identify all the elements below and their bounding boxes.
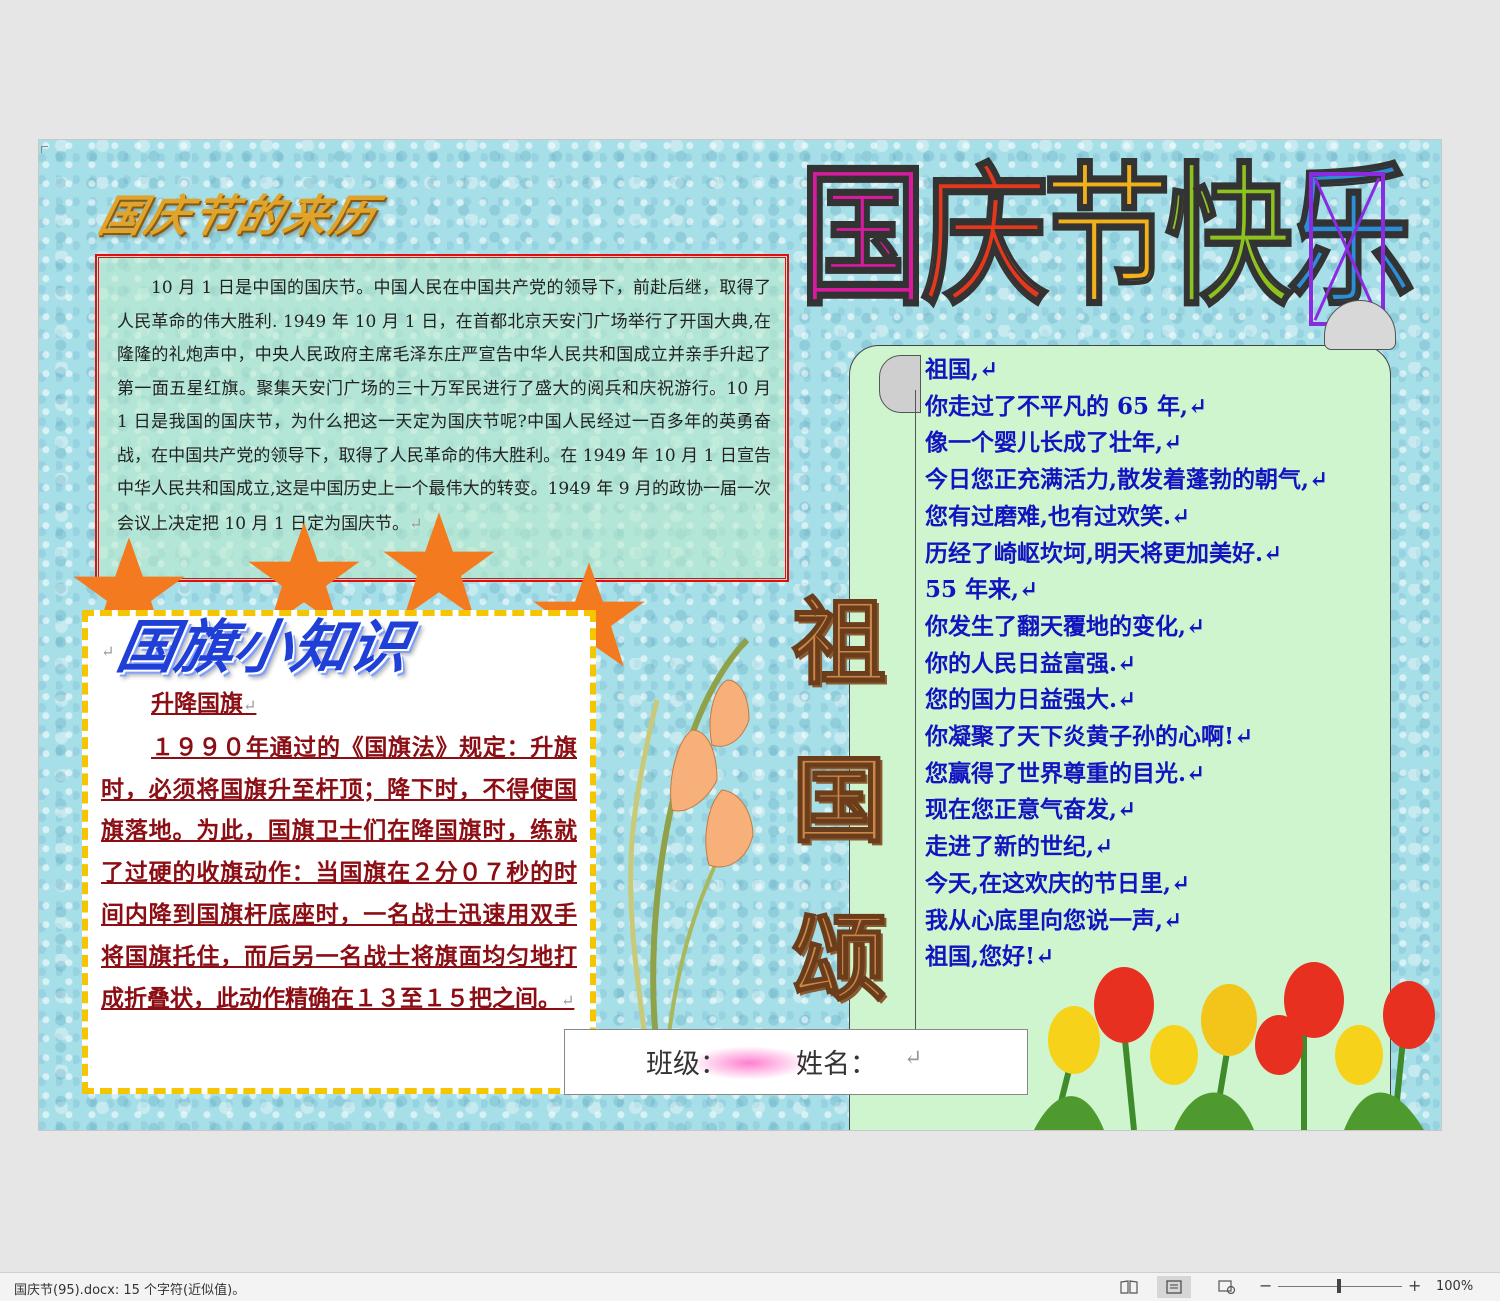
bellflower-illustration (628, 637, 754, 1050)
poem-line: 您赢得了世界尊重的目光.↵ (925, 759, 1206, 787)
poem-line: 现在您正意气奋发,↵ (925, 796, 1137, 824)
paragraph-mark: ↵ (561, 990, 575, 1010)
poem: 祖国,↵ 你走过了不平凡的 65 年,↵ 像一个婴儿长成了壮年,↵ 今日您正充满… (925, 352, 1385, 976)
paragraph-mark: ↵ (904, 1046, 923, 1071)
name-label: 姓名： (796, 1049, 877, 1080)
poem-line: 你发生了翻天覆地的变化,↵ (925, 612, 1206, 640)
zoom-slider-thumb[interactable] (1337, 1279, 1341, 1293)
origin-text: 10 月 1 日是中国的国庆节。中国人民在中国共产党的领导下，前赴后继，取得了人… (117, 278, 771, 534)
poem-line: 走进了新的世纪,↵ (925, 833, 1114, 861)
paragraph-mark: ↵ (243, 696, 257, 715)
title-char: 节 (1042, 148, 1172, 329)
poem-line: 我从心底里向您说一声,↵ (925, 906, 1183, 934)
poem-line: 历经了崎岖坎坷,明天将更加美好.↵ (925, 539, 1283, 567)
vertical-title-wordart: 祖 国 颂 (779, 565, 899, 1039)
poem-line: 今日您正充满活力,散发着蓬勃的朝气,↵ (925, 466, 1329, 494)
scroll-edge-line (915, 390, 916, 1030)
vertical-char: 祖 (791, 588, 887, 699)
status-bar: 国庆节(95).docx: 15 个字符(近似值)。 − + 100% (0, 1272, 1500, 1301)
poem-line: 你凝聚了天下炎黄子孙的心啊!↵ (925, 723, 1254, 751)
title-char: 快 (1164, 148, 1294, 329)
zoom-in-button[interactable]: + (1408, 1276, 1421, 1295)
document-info[interactable]: 国庆节(95).docx: 15 个字符(近似值)。 (14, 1279, 245, 1298)
vertical-char: 国 (791, 746, 887, 857)
web-icon (1218, 1280, 1236, 1294)
poem-line: 像一个婴儿长成了壮年,↵ (925, 429, 1183, 457)
print-layout-button[interactable] (1157, 1276, 1191, 1298)
class-label: 班级： (646, 1049, 727, 1080)
web-layout-button[interactable] (1210, 1276, 1244, 1298)
flag-title-wordart: 国旗小知识 (112, 613, 415, 681)
poem-line: 你的人民日益富强.↵ (925, 649, 1137, 677)
zoom-out-button[interactable]: − (1259, 1276, 1272, 1295)
poem-line: 您有过磨难,也有过欢笑.↵ (925, 502, 1191, 530)
origin-paragraph: 10 月 1 日是中国的国庆节。中国人民在中国共产党的领导下，前赴后继，取得了人… (117, 272, 771, 541)
flag-content: 升降国旗↵ １９９０年通过的《国旗法》规定：升旗时，必须将国旗升至杆顶；降下时，… (101, 683, 577, 1021)
title-char: 国 (798, 148, 928, 329)
poem-line: 今天,在这欢庆的节日里,↵ (925, 869, 1191, 897)
flag-body-text: １９９０年通过的《国旗法》规定：升旗时，必须将国旗升至杆顶；降下时，不得使国旗落… (101, 733, 577, 1012)
page-icon (1166, 1280, 1182, 1294)
zoom-level[interactable]: 100% (1436, 1279, 1473, 1294)
poem-line: 你走过了不平凡的 65 年,↵ (925, 392, 1208, 420)
origin-title-wordart: 国庆节的来历 (93, 191, 383, 242)
poem-line: 您的国力日益强大.↵ (925, 686, 1137, 714)
title-char: 庆 (920, 148, 1050, 329)
vertical-char: 颂 (791, 904, 887, 1015)
poem-line: 55 年来,↵ (925, 576, 1039, 604)
document-page[interactable]: 国庆节的来历 10 月 1 日是中国的国庆节。中国人民在中国共产党的领导下，前赴… (38, 139, 1442, 1131)
poem-line: 祖国,↵ (925, 356, 999, 383)
tulips-illustration (1034, 962, 1435, 1130)
flag-subtitle: 升降国旗 (151, 690, 243, 717)
read-mode-button[interactable] (1112, 1276, 1146, 1298)
book-icon (1120, 1280, 1138, 1294)
paragraph-mark: ↵ (101, 642, 115, 661)
margin-corner-mark (41, 146, 48, 153)
